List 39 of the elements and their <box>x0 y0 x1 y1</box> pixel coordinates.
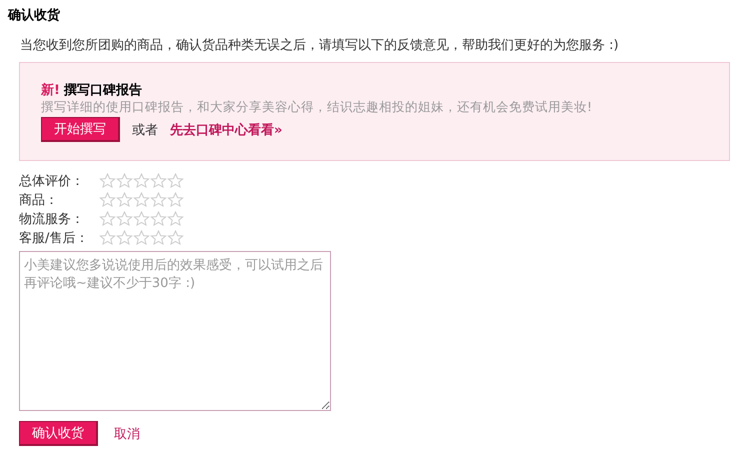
promo-description: 撰写详细的使用口碑报告，和大家分享美容心得，结识志趣相投的姐妹，还有机会免费试用美妆! <box>41 99 594 116</box>
star-icon[interactable] <box>150 173 167 188</box>
rating-label: 物流服务： <box>19 210 85 228</box>
promo-heading: 撰写口碑报告 <box>64 82 142 99</box>
star-icon[interactable] <box>167 173 184 188</box>
star-icon[interactable] <box>133 192 150 207</box>
star-icon[interactable] <box>133 173 150 188</box>
star-icon[interactable] <box>167 211 184 226</box>
star-icon[interactable] <box>99 230 116 245</box>
page-title: 确认收货 <box>8 7 61 24</box>
cancel-link[interactable]: 取消 <box>114 424 140 442</box>
star-icon[interactable] <box>133 230 150 245</box>
star-icon[interactable] <box>150 211 167 226</box>
intro-text: 当您收到您所团购的商品，确认货品种类无误之后，请填写以下的反馈意见，帮助我们更好的为您服务 :) <box>20 37 620 54</box>
star-icon[interactable] <box>167 230 184 245</box>
star-icon[interactable] <box>116 211 133 226</box>
start-writing-button[interactable]: 开始撰写 <box>41 117 120 142</box>
rating-label: 商品： <box>19 192 59 208</box>
star-icon[interactable] <box>99 192 116 207</box>
star-icon[interactable] <box>116 192 133 207</box>
review-center-link[interactable]: 先去口碑中心看看» <box>170 120 282 138</box>
star-icon[interactable] <box>116 230 133 245</box>
star-icon[interactable] <box>99 211 116 226</box>
star-icon[interactable] <box>150 192 167 207</box>
star-icon[interactable] <box>167 192 184 207</box>
star-rating[interactable] <box>99 173 184 188</box>
star-icon[interactable] <box>99 173 116 188</box>
confirm-button[interactable]: 确认收货 <box>19 421 98 446</box>
new-label: 新! <box>41 82 60 99</box>
comment-field[interactable]: 小美建议您多说说使用后的效果感受，可以试用之后再评论哦~建议不少于30字 :) <box>19 251 331 411</box>
star-rating[interactable] <box>99 211 184 226</box>
star-icon[interactable] <box>133 211 150 226</box>
rating-label: 客服/售后： <box>19 230 90 246</box>
star-rating[interactable] <box>99 230 184 245</box>
star-icon[interactable] <box>150 230 167 245</box>
star-icon[interactable] <box>116 173 133 188</box>
rating-label: 总体评价： <box>19 172 85 190</box>
or-text: 或者 <box>132 122 158 138</box>
star-rating[interactable] <box>99 192 184 207</box>
